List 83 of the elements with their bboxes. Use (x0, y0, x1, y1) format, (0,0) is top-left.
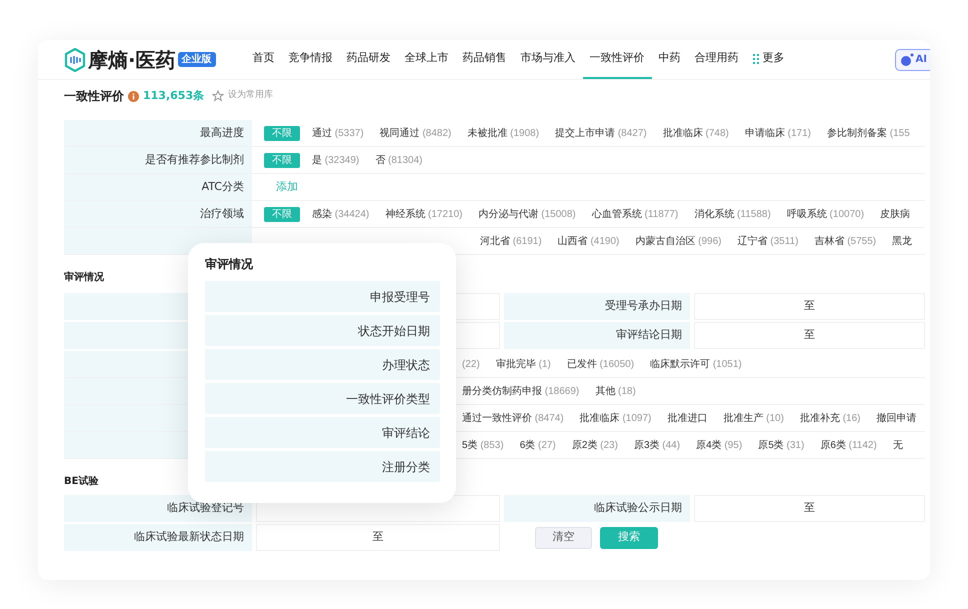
filter-option[interactable]: 黑龙 (892, 234, 912, 248)
ai-assistant-button[interactable]: AI (894, 48, 930, 70)
filter-option[interactable]: 消化系统 (11588) (694, 206, 771, 222)
filter-option[interactable]: 撤回申请 (876, 410, 916, 426)
filter-option[interactable]: 皮肤病 (880, 206, 910, 222)
filter-option[interactable]: 山西省 (4190) (558, 234, 620, 248)
date-range-field[interactable]: 至 (694, 322, 925, 349)
field-label: 审评结论日期 (504, 322, 690, 349)
ai-bot-icon (900, 52, 914, 66)
filter-label: 是否有推荐参比制剂 (64, 147, 252, 173)
filter-option[interactable]: 原4类 (95) (696, 438, 742, 452)
filter-option[interactable]: 辽宁省 (3511) (738, 234, 798, 248)
filter-option[interactable]: 通过一致性评价 (8474) (462, 410, 564, 426)
page-title: 一致性评价 (64, 88, 124, 105)
star-icon[interactable] (212, 90, 224, 102)
nav-tab[interactable]: 全球上市 (398, 40, 456, 79)
filter-label: 最高进度 (64, 120, 252, 146)
field-label: 临床试验公示日期 (504, 495, 690, 522)
filter-option[interactable]: 原5类 (31) (758, 438, 804, 452)
brand-name: 摩熵·医药 (88, 46, 176, 74)
filter-option[interactable]: 是 (32349) (312, 152, 360, 168)
filter-option[interactable]: 原2类 (23) (572, 438, 618, 452)
date-range-field[interactable]: 至 (256, 524, 500, 551)
nav-tab[interactable]: 药品研发 (340, 40, 398, 79)
filter-option[interactable]: 河北省 (6191) (480, 234, 542, 248)
filter-option[interactable]: 册分类仿制药申报 (18669) (462, 384, 580, 398)
field-label: 申报受理号 (205, 281, 440, 312)
filter-option[interactable]: 无 (892, 438, 903, 452)
popup-title: 审评情况 (205, 256, 254, 271)
nav-tab[interactable]: 药品销售 (456, 40, 514, 79)
record-count: 113,653条 (143, 88, 204, 104)
field-label: 状态开始日期 (205, 315, 440, 346)
nav-tab[interactable]: 竞争情报 (282, 40, 340, 79)
filter-option[interactable]: 批准进口 (667, 410, 708, 426)
nav-tab[interactable]: 一致性评价 (582, 40, 652, 79)
filter-option[interactable]: 内蒙古自治区 (996) (635, 234, 722, 248)
filter-label: 治疗领域 (64, 201, 252, 227)
filter-option[interactable]: 临床默示许可 (1051) (650, 356, 742, 372)
date-range-field[interactable]: 至 (694, 293, 925, 320)
filter-option[interactable]: 已发件 (16050) (566, 356, 634, 372)
clear-button[interactable]: 清空 (535, 526, 592, 548)
filter-option[interactable]: 未被批准 (1908) (467, 126, 540, 140)
filter-option[interactable]: 视同通过 (8482) (380, 126, 452, 140)
grid-dots-icon (752, 54, 759, 64)
nav-tab[interactable]: 首页 (246, 40, 282, 79)
nav-tab[interactable]: 中药 (652, 40, 688, 79)
filter-option[interactable]: 提交上市申请 (8427) (555, 126, 647, 140)
filter-option[interactable]: 原3类 (44) (634, 438, 680, 452)
filter-label: ATC分类 (64, 174, 252, 200)
date-range-field[interactable]: 至 (694, 495, 925, 522)
edition-badge: 企业版 (178, 52, 216, 67)
filter-option[interactable]: 批准生产 (10) (723, 410, 784, 426)
filter-option[interactable]: 批准临床 (1097) (580, 410, 652, 426)
filter-option[interactable]: 批准临床 (748) (662, 126, 729, 140)
filter-option[interactable]: 呼吸系统 (10070) (786, 206, 864, 222)
info-icon (128, 90, 139, 102)
filter-option[interactable]: 批准补充 (16) (800, 410, 860, 426)
field-label: 受理号承办日期 (504, 293, 690, 320)
filter-option[interactable]: 5类 (853) (462, 438, 504, 452)
filter-option[interactable]: 否 (81304) (375, 152, 422, 168)
nav-tab[interactable]: 市场与准入 (514, 40, 583, 79)
filter-option[interactable]: 审批完毕 (1) (496, 356, 551, 372)
field-label: 一致性评价类型 (205, 383, 440, 414)
filter-option[interactable]: 申请临床 (171) (744, 126, 811, 140)
field-label: 注册分类 (205, 451, 440, 482)
filter-option[interactable]: 心血管系统 (11877) (592, 206, 678, 222)
nav-tab[interactable]: 合理用药 (688, 40, 746, 79)
filter-option[interactable]: 通过 (5337) (312, 126, 364, 140)
section-title: 审评情况 (64, 270, 105, 284)
filter-option[interactable]: 参比制剂备案 (155 (827, 126, 910, 140)
nav-tab[interactable]: 更多 (746, 40, 792, 79)
section-title: BE试验 (64, 474, 100, 488)
filter-option[interactable]: 神经系统 (17210) (385, 206, 462, 222)
field-label: 临床试验最新状态日期 (64, 524, 252, 551)
filter-option[interactable]: 内分泌与代谢 (15008) (478, 206, 576, 222)
filter-option[interactable]: 原6类 (1142) (820, 438, 877, 452)
logo-icon (64, 48, 86, 72)
field-label: 办理状态 (205, 349, 440, 380)
filter-option[interactable]: 感染 (34424) (312, 206, 370, 222)
filter-option[interactable]: 吉林省 (5755) (814, 234, 876, 248)
field-label: 审评结论 (205, 417, 440, 448)
filter-option[interactable]: 6类 (27) (520, 438, 556, 452)
filter-option[interactable]: 其他 (18) (595, 384, 636, 398)
